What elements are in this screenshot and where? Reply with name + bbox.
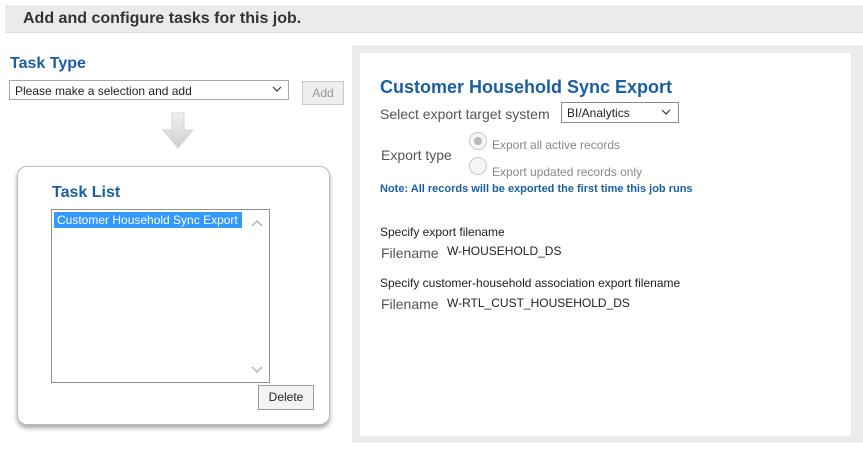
chevron-down-icon <box>272 86 282 92</box>
arrow-down-icon <box>162 112 194 149</box>
association-filename-caption: Specify customer-household association e… <box>380 276 681 290</box>
task-type-label: Task Type <box>10 55 86 72</box>
list-item[interactable]: Customer Household Sync Export <box>54 212 242 228</box>
export-filename-caption: Specify export filename <box>380 225 505 239</box>
export-filename-value: W-HOUSEHOLD_DS <box>447 244 562 258</box>
target-system-label: Select export target system <box>380 106 550 122</box>
export-filename-label: Filename <box>381 245 439 261</box>
export-type-label: Export type <box>381 147 452 163</box>
association-filename-label: Filename <box>381 296 439 312</box>
radio-selected-dot <box>474 137 482 145</box>
config-title: Customer Household Sync Export <box>380 77 673 97</box>
export-all-label: Export all active records <box>492 138 621 152</box>
page-title: Add and configure tasks for this job. <box>23 10 302 27</box>
target-system-value: BI/Analytics <box>567 106 630 120</box>
add-button[interactable]: Add <box>302 81 344 105</box>
target-system-select[interactable]: BI/Analytics <box>561 102 679 123</box>
task-type-select-value: Please make a selection and add <box>15 84 192 98</box>
export-note: Note: All records will be exported the f… <box>380 183 693 195</box>
chevron-up-icon[interactable] <box>251 219 263 227</box>
chevron-down-icon[interactable] <box>251 366 263 374</box>
task-list-title: Task List <box>52 184 121 201</box>
task-type-select[interactable]: Please make a selection and add <box>9 80 289 100</box>
association-filename-value: W-RTL_CUST_HOUSEHOLD_DS <box>447 296 630 310</box>
chevron-down-icon <box>661 109 671 115</box>
export-updated-radio[interactable] <box>469 157 487 175</box>
delete-button[interactable]: Delete <box>258 385 314 410</box>
export-all-radio[interactable] <box>469 132 487 150</box>
page-header: Add and configure tasks for this job. <box>5 5 863 33</box>
task-listbox[interactable]: Customer Household Sync Export <box>51 209 270 383</box>
export-updated-label: Export updated records only <box>492 165 643 179</box>
